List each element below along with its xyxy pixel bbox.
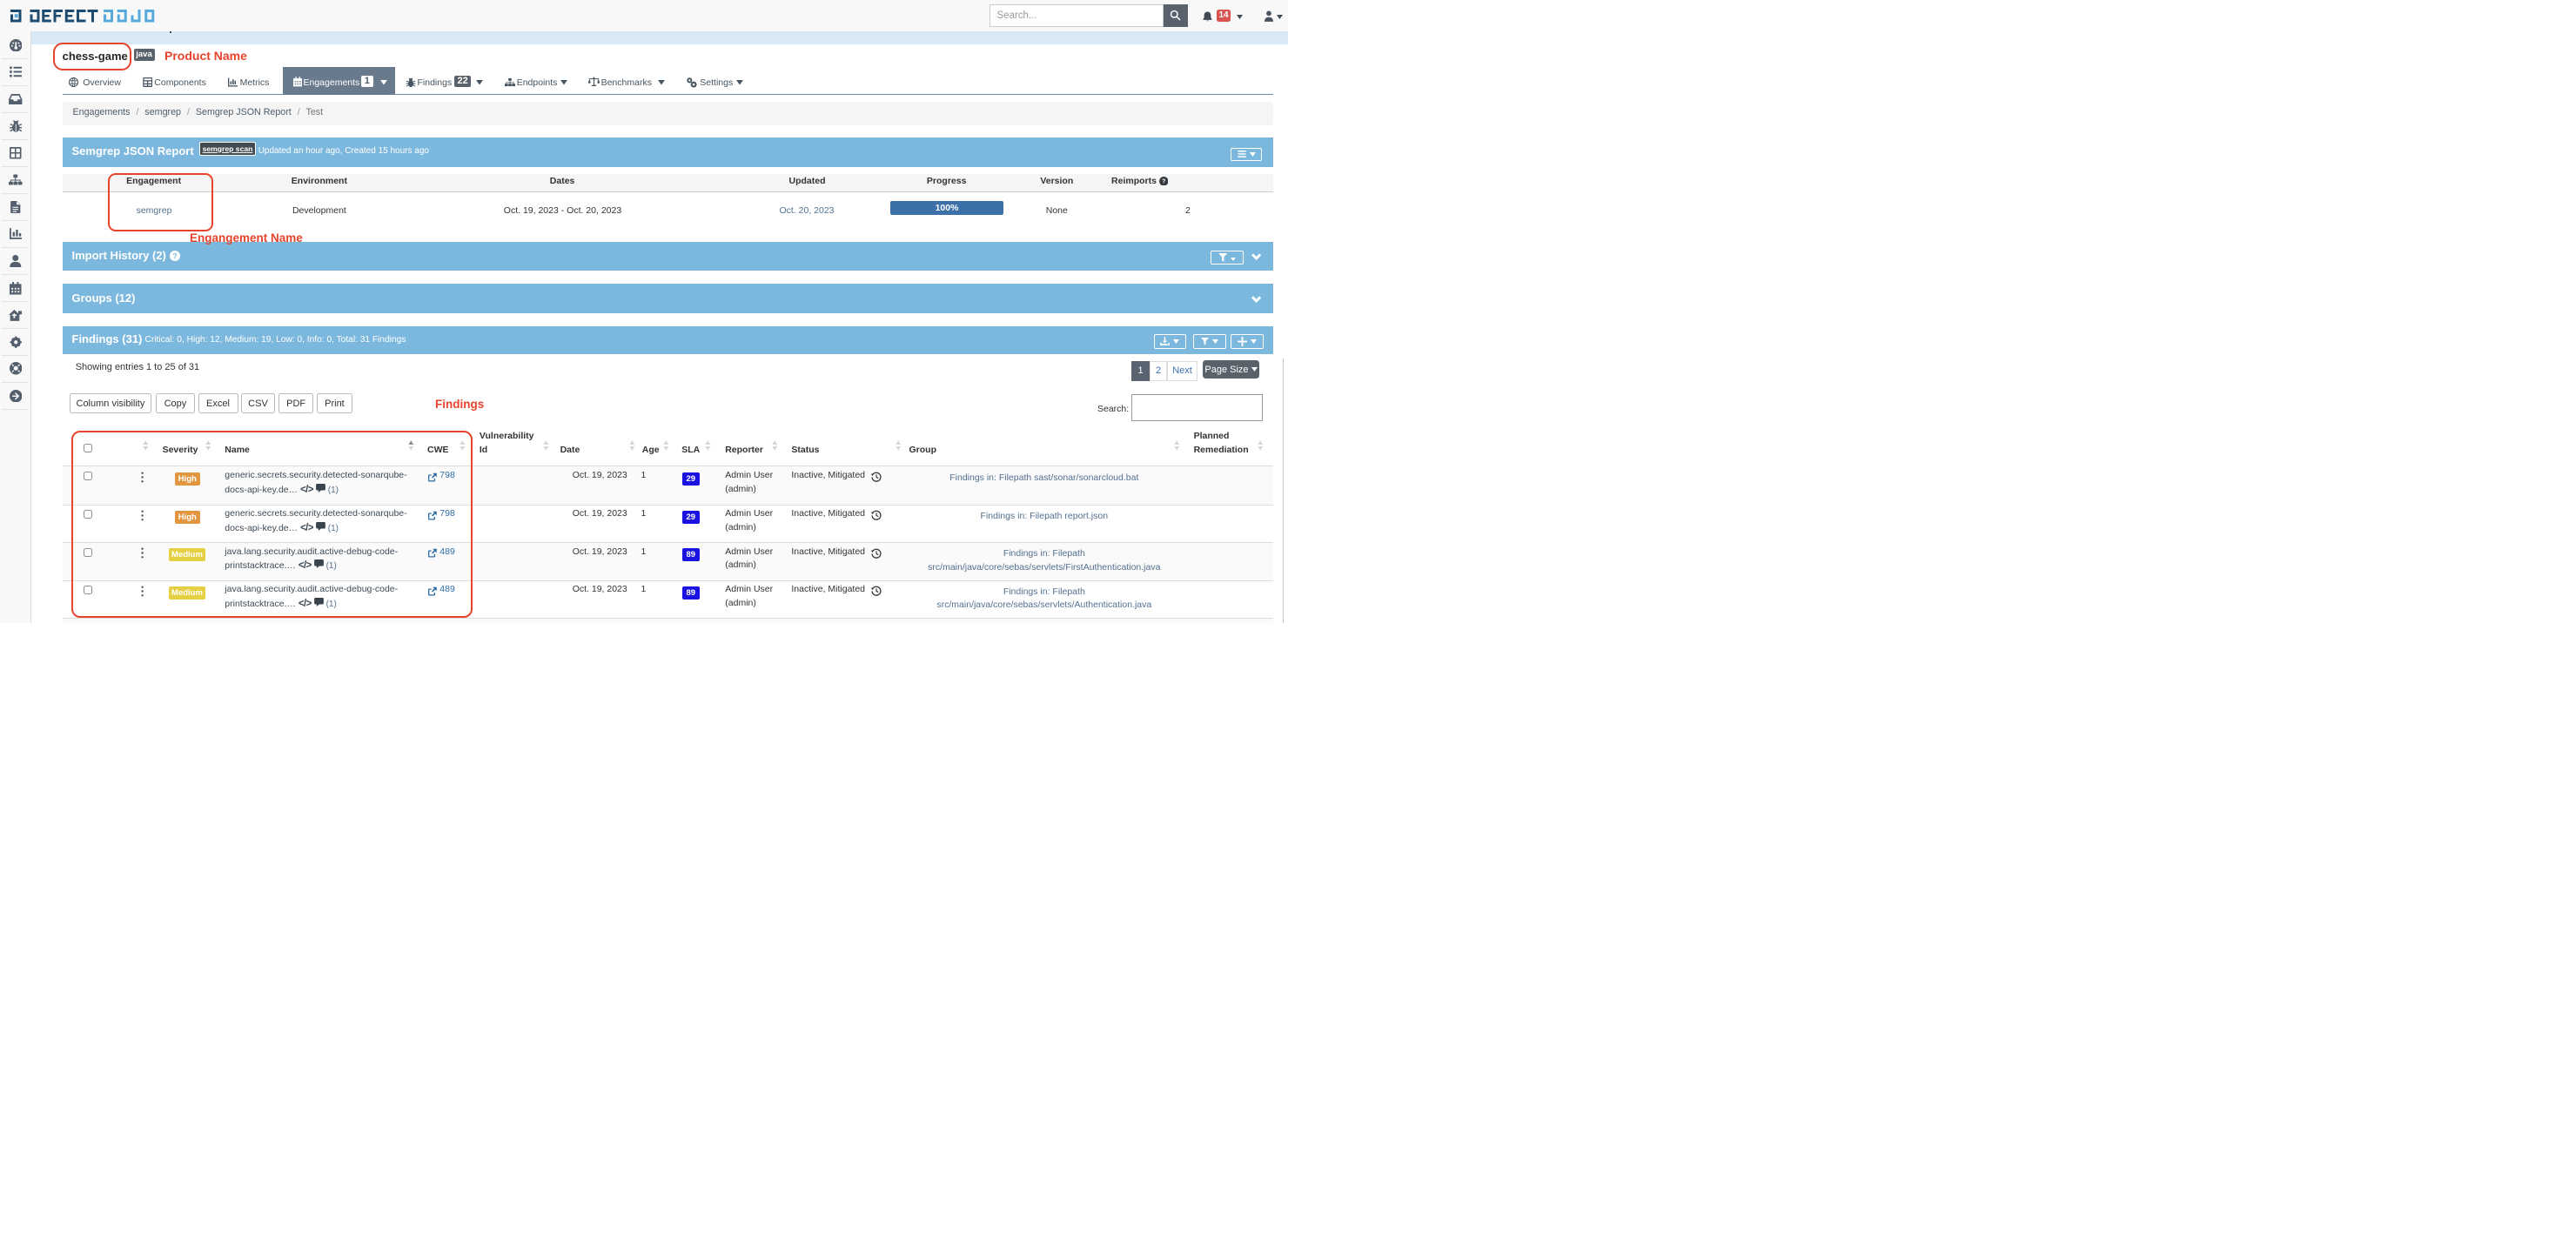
svg-text:?: ? [172, 251, 177, 260]
svg-text:?: ? [1162, 178, 1165, 184]
